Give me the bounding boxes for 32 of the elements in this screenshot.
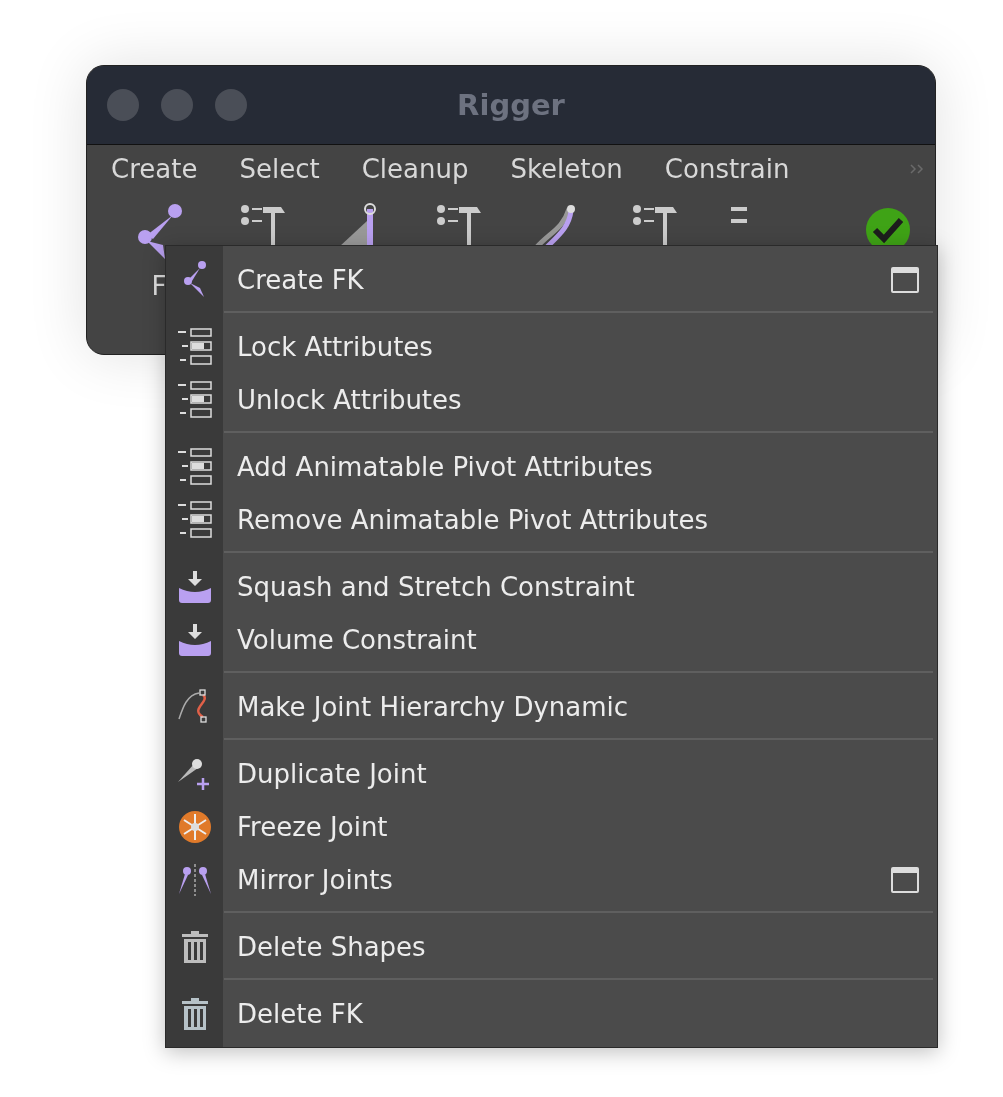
menu-item[interactable]: Cleanup bbox=[361, 154, 469, 184]
menu-item[interactable]: Squash and Stretch Constraint bbox=[223, 560, 937, 613]
menu-item[interactable]: Lock Attributes bbox=[223, 320, 937, 373]
attributes-icon bbox=[175, 500, 214, 539]
attributes-icon bbox=[175, 327, 214, 366]
menu-item[interactable]: Mirror Joints bbox=[223, 853, 937, 906]
menu-item[interactable]: Delete FK bbox=[223, 987, 937, 1040]
menu-item[interactable]: Delete Shapes bbox=[223, 920, 937, 973]
menu-item[interactable]: Create bbox=[111, 154, 198, 184]
mirror-joints-icon bbox=[177, 862, 212, 897]
menu-item[interactable]: Select bbox=[239, 154, 320, 184]
menu-item[interactable]: Freeze Joint bbox=[223, 800, 937, 853]
menu-item[interactable]: Make Joint Hierarchy Dynamic bbox=[223, 680, 937, 733]
trash-icon bbox=[180, 997, 209, 1030]
menu-item[interactable]: Constrain bbox=[664, 154, 790, 184]
squash-icon bbox=[177, 569, 212, 604]
menu-item[interactable]: Remove Animatable Pivot Attributes bbox=[223, 493, 937, 546]
menu-item[interactable]: Create FK bbox=[223, 253, 937, 306]
shelf-tool[interactable]: F bbox=[131, 203, 187, 301]
menu-item[interactable]: Duplicate Joint bbox=[223, 747, 937, 800]
trash-icon bbox=[180, 930, 209, 963]
squash-icon bbox=[177, 622, 212, 657]
option-box[interactable] bbox=[891, 866, 919, 893]
menu-item[interactable]: Volume Constraint bbox=[223, 613, 937, 666]
menu-item[interactable]: Unlock Attributes bbox=[223, 373, 937, 426]
attributes-icon bbox=[175, 380, 214, 419]
snowflake-icon bbox=[177, 809, 212, 844]
menu-item[interactable]: Add Animatable Pivot Attributes bbox=[223, 440, 937, 493]
window-title: Rigger bbox=[457, 88, 565, 122]
menu-item[interactable]: Skeleton bbox=[510, 154, 623, 184]
attributes-icon bbox=[175, 447, 214, 486]
option-box[interactable] bbox=[891, 266, 919, 293]
